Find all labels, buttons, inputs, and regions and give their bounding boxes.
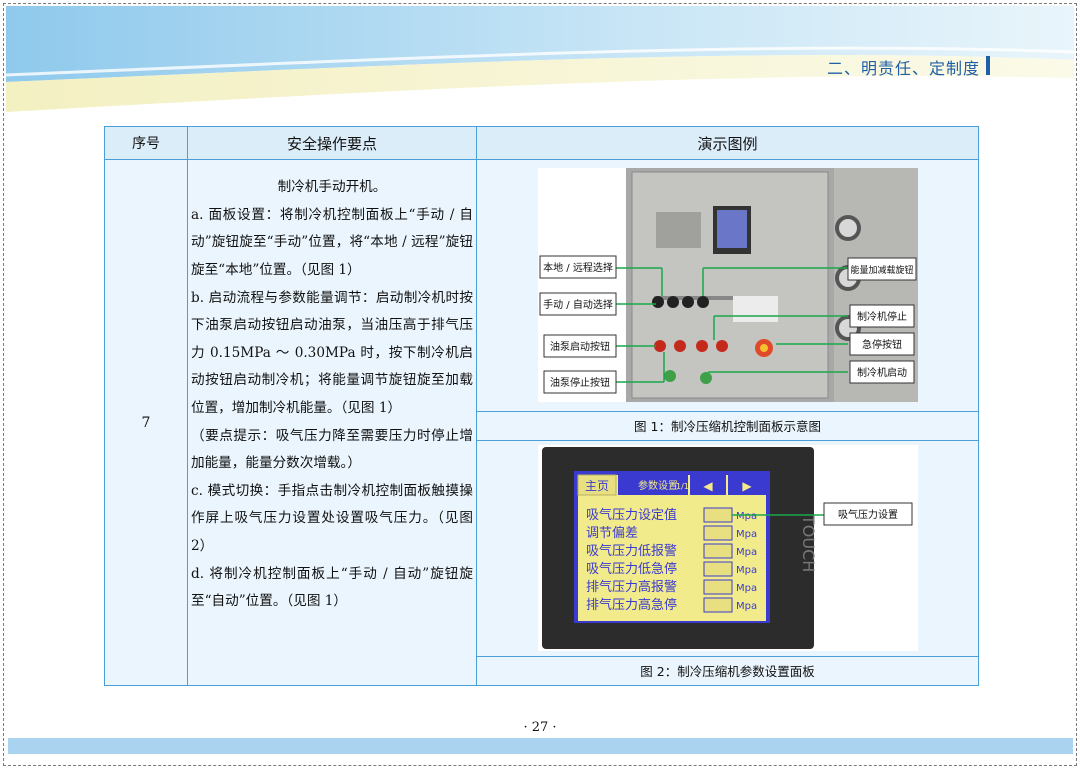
label-oil-pump-start: 油泵启动按钮 bbox=[550, 340, 610, 353]
figure-2-cell: TOUCH 主页 参数设置 1/1 ◀ ▶ 吸气压力设定值 调节偏差 吸气压力低… bbox=[476, 439, 979, 657]
section-title-bar bbox=[986, 56, 990, 75]
col-header-no: 序号 bbox=[104, 125, 188, 161]
screen-unit: Mpa bbox=[736, 601, 757, 612]
screen-home-tab: 主页 bbox=[584, 479, 608, 493]
col-header-points: 安全操作要点 bbox=[187, 125, 477, 161]
label-capacity-knob: 能量加减载旋钮 bbox=[850, 264, 913, 276]
screen-param-label: 排气压力高急停 bbox=[586, 597, 677, 613]
page-number: · 27 · bbox=[523, 720, 557, 735]
screen-prev-arrow-icon: ◀ bbox=[703, 479, 713, 493]
procedure-line: c. 模式切换：手指点击制冷机控制面板触摸操作屏上吸气压力设置处设置吸气压力。（… bbox=[191, 482, 473, 555]
procedure-line: b. 启动流程与参数能量调节：启动制冷机时按下油泵启动按钮启动油泵，当油压高于排… bbox=[191, 289, 473, 417]
procedure-text-cell: 制冷机手动开机。 a. 面板设置：将制冷机控制面板上“手动 / 自动”旋钮旋至“… bbox=[187, 159, 477, 686]
table-row: 7 制冷机手动开机。 a. 面板设置：将制冷机控制面板上“手动 / 自动”旋钮旋… bbox=[104, 159, 979, 686]
screen-unit: Mpa bbox=[736, 565, 757, 576]
screen-unit: Mpa bbox=[736, 583, 757, 594]
label-chiller-start: 制冷机启动 bbox=[857, 366, 907, 379]
label-oil-pump-stop: 油泵停止按钮 bbox=[550, 376, 610, 389]
screen-unit: Mpa bbox=[736, 511, 757, 522]
label-chiller-stop: 制冷机停止 bbox=[857, 310, 907, 323]
procedure-line: a. 面板设置：将制冷机控制面板上“手动 / 自动”旋钮旋至“手动”位置，将“本… bbox=[191, 206, 473, 279]
section-title: 二、明责任、定制度 bbox=[826, 59, 980, 78]
figure-1-caption: 图 1：制冷压缩机控制面板示意图 bbox=[476, 410, 979, 441]
footer-band bbox=[8, 738, 1073, 754]
screen-param-label: 排气压力高报警 bbox=[586, 579, 677, 595]
screen-unit: Mpa bbox=[736, 547, 757, 558]
screen-brand-text: TOUCH bbox=[799, 514, 818, 572]
figure-1-cell: 本地 / 远程选择 手动 / 自动选择 油泵启动按钮 油泵停止按钮 能量加减载旋… bbox=[476, 159, 979, 412]
screen-unit: Mpa bbox=[736, 529, 757, 540]
procedure-line: 制冷机手动开机。 bbox=[277, 179, 387, 196]
safety-procedure-table: 序号 安全操作要点 演示图例 7 制冷机手动开机。 a. 面板设置：将制冷机控制… bbox=[104, 125, 979, 687]
procedure-line: d. 将制冷机控制面板上“手动 / 自动”旋钮旋至“自动”位置。（见图 1） bbox=[191, 565, 473, 610]
screen-params-tab: 参数设置 bbox=[638, 479, 678, 492]
label-local-remote: 本地 / 远程选择 bbox=[543, 261, 613, 274]
callout-suction-pressure: 吸气压力设置 bbox=[838, 508, 898, 521]
col-header-figures: 演示图例 bbox=[476, 125, 979, 161]
control-panel-photo: 本地 / 远程选择 手动 / 自动选择 油泵启动按钮 油泵停止按钮 能量加减载旋… bbox=[537, 168, 918, 403]
screen-next-arrow-icon: ▶ bbox=[742, 479, 752, 493]
screen-param-label: 吸气压力设定值 bbox=[586, 507, 677, 523]
label-manual-auto: 手动 / 自动选择 bbox=[543, 298, 613, 311]
screen-param-label: 调节偏差 bbox=[586, 526, 638, 541]
table-header-row: 序号 安全操作要点 演示图例 bbox=[104, 125, 979, 161]
figure-2-caption: 图 2：制冷压缩机参数设置面板 bbox=[476, 655, 979, 687]
screen-page-indicator: 1/1 bbox=[676, 482, 689, 491]
screen-param-label: 吸气压力低急停 bbox=[586, 561, 677, 577]
row-number: 7 bbox=[104, 159, 188, 686]
procedure-line: （要点提示：吸气压力降至需要压力时停止增加能量，能量分数次增载。） bbox=[191, 427, 473, 472]
screen-param-label: 吸气压力低报警 bbox=[586, 543, 677, 559]
label-emergency-stop: 急停按钮 bbox=[862, 338, 902, 351]
touch-screen-photo: TOUCH 主页 参数设置 1/1 ◀ ▶ 吸气压力设定值 调节偏差 吸气压力低… bbox=[537, 445, 918, 652]
